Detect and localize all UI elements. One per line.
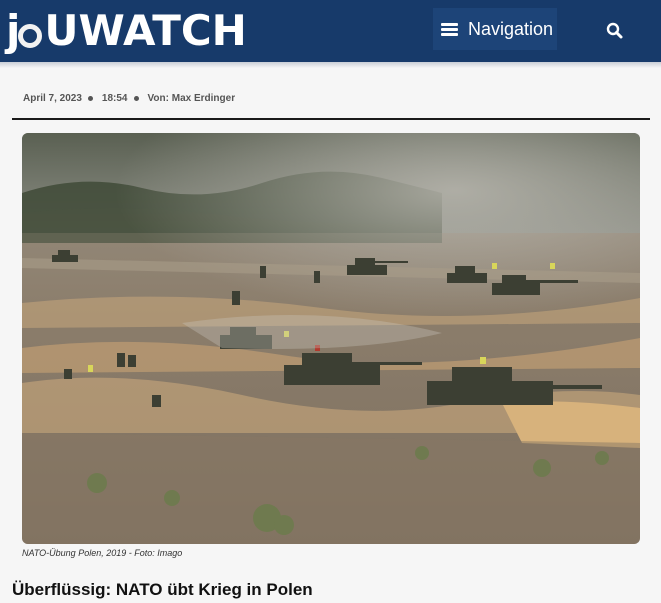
navigation-button[interactable]: Navigation [433,8,557,50]
header-shadow [0,62,661,68]
article-author[interactable]: Von: Max Erdinger [148,93,236,104]
meta-separator [133,96,139,101]
meta-separator [87,96,93,101]
logo-ring-icon [18,24,43,48]
article-time: 18:54 [101,93,128,104]
search-icon [606,22,623,39]
tank-exercise-photo [22,133,640,544]
logo-wordmark: uwatch [44,6,247,55]
article-headline[interactable]: Überflüssig: NATO übt Krieg in Polen [12,580,313,600]
article-hero-image [22,133,640,544]
hamburger-icon [441,22,458,36]
article-meta: April 7, 2023 18:54 Von: Max Erdinger [23,93,235,104]
image-caption: NATO-Übung Polen, 2019 - Foto: Imago [22,548,183,558]
article-date: April 7, 2023 [23,93,82,104]
navigation-label: Navigation [468,18,554,39]
site-header: j uwatch Navigation [0,0,661,62]
search-button[interactable] [604,20,626,42]
meta-divider [12,118,650,120]
site-logo[interactable]: j uwatch [6,6,247,56]
